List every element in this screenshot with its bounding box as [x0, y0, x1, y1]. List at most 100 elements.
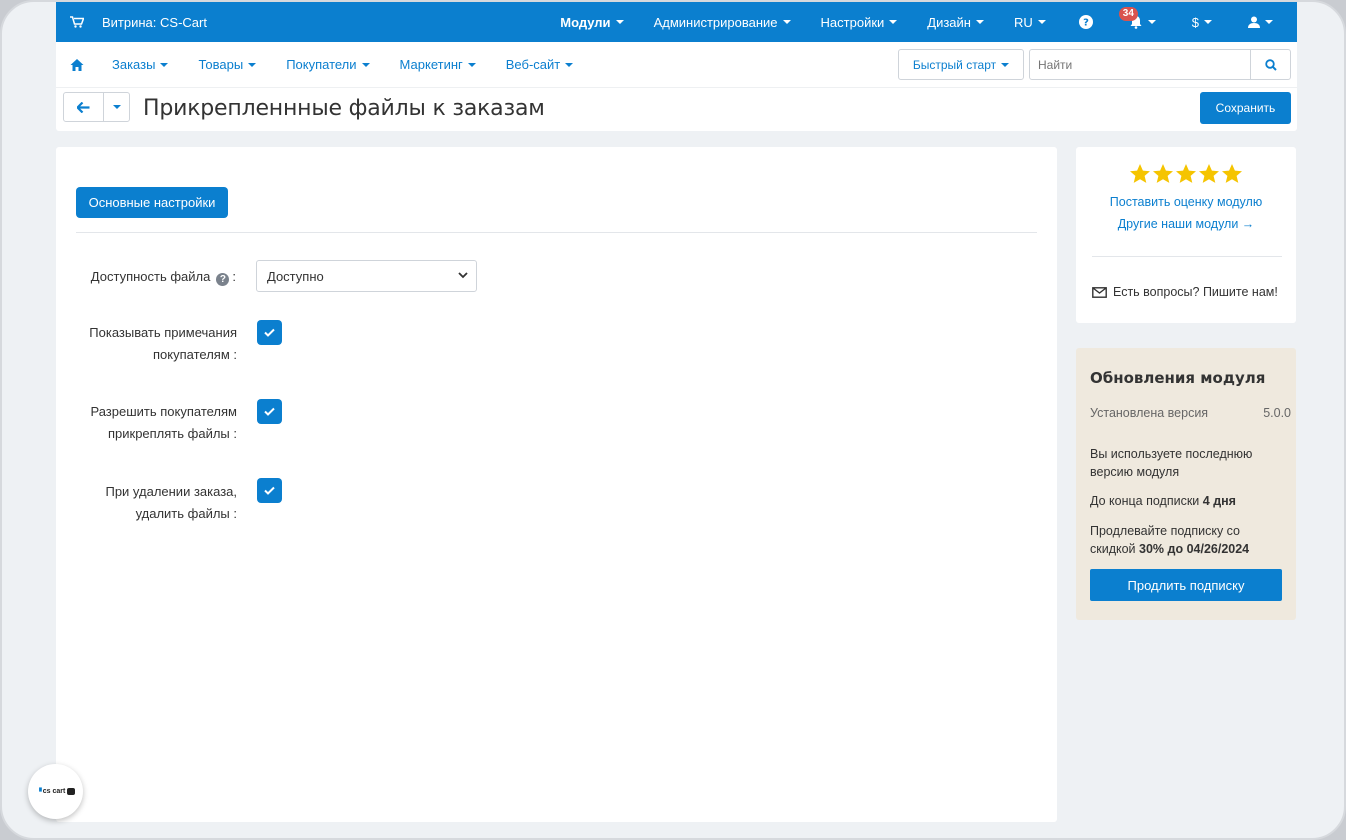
quick-start-button[interactable]: Быстрый старт [898, 49, 1024, 80]
nav-customers-label: Покупатели [286, 57, 357, 72]
rating-widget: Поставить оценку модулю Другие наши моду… [1076, 147, 1296, 323]
chevron-down-icon [361, 62, 370, 67]
home-icon[interactable] [70, 58, 84, 72]
rate-module-link[interactable]: Поставить оценку модулю [1076, 195, 1296, 209]
chevron-down-icon [1204, 20, 1212, 24]
chevron-down-icon [565, 62, 574, 67]
admin-app: Витрина: CS-Cart Модули Администрировани… [56, 2, 1297, 131]
topnav-settings[interactable]: Настройки [806, 2, 913, 42]
installed-version-row: Установлена версия 5.0.0 [1090, 406, 1291, 420]
cart-icon [70, 16, 84, 28]
file-availability-select[interactable]: Доступно [256, 260, 477, 292]
module-updates-widget: Обновления модуля Установлена версия 5.0… [1076, 348, 1296, 620]
latest-version-text: Вы используете последнюю версию модуля [1090, 447, 1253, 479]
title-bar: Прикрепленнные файлы к заказам Сохранить [56, 88, 1297, 131]
save-button[interactable]: Сохранить [1200, 92, 1291, 124]
currency-selector[interactable]: $ [1174, 2, 1230, 42]
star-icons [1130, 164, 1242, 183]
topnav-language-label: RU [1013, 14, 1033, 30]
topnav-language[interactable]: RU [999, 2, 1061, 42]
delete-files-checkbox[interactable] [257, 478, 282, 503]
topnav-design-label: Дизайн [927, 14, 971, 30]
svg-text:?: ? [1083, 18, 1089, 29]
chevron-down-icon [1147, 20, 1156, 24]
search-box [1029, 49, 1291, 80]
rating-divider [1092, 256, 1282, 257]
question-circle-icon: ? [1078, 15, 1093, 29]
file-availability-value: Доступно [267, 268, 324, 284]
arrow-left-icon [77, 101, 90, 113]
question-circle-icon[interactable]: ? [216, 273, 230, 286]
notifications-button[interactable]: 34 [1111, 2, 1174, 42]
storefront-link[interactable]: Витрина: CS-Cart [56, 15, 207, 30]
file-availability-label: Доступность файла?: [90, 269, 236, 286]
user-icon [1248, 16, 1260, 28]
top-nav: Модули Администрирование Настройки Дизай… [545, 2, 1297, 42]
subscription-end-text: До конца подписки 4 дня [1090, 492, 1280, 510]
nav-website[interactable]: Веб-сайт [505, 57, 574, 72]
storefront-label: Витрина: CS-Cart [102, 14, 207, 30]
promo-text: Продлевайте подписку со скидкой 30% до 0… [1090, 522, 1280, 558]
subscription-end-label: До конца подписки [1090, 494, 1200, 508]
nav-customers[interactable]: Покупатели [286, 57, 370, 72]
nav-website-label: Веб-сайт [505, 57, 561, 72]
quick-start-label: Быстрый старт [912, 57, 997, 72]
nav-orders[interactable]: Заказы [112, 57, 169, 72]
subscription-end-value: 4 дня [1202, 494, 1236, 508]
check-icon [264, 328, 275, 337]
tab-general-settings[interactable]: Основные настройки [76, 187, 228, 218]
user-menu[interactable] [1230, 2, 1297, 42]
help-button[interactable]: ? [1061, 2, 1111, 42]
topnav-administration-label: Администрирование [653, 14, 778, 30]
topnav-administration[interactable]: Администрирование [639, 2, 806, 42]
installed-version-value: 5.0.0 [1263, 406, 1291, 420]
cs-cart-logo[interactable]: ▝ cs cart [28, 764, 83, 819]
allow-attach-label: Разрешить покупателям прикреплять файлы … [90, 404, 237, 441]
contact-link[interactable]: Есть вопросы? Пишите нам! [1092, 285, 1292, 299]
installed-version-label: Установлена версия [1090, 406, 1209, 420]
secondary-nav: Заказы Товары Покупатели Маркетинг Веб-с… [56, 42, 1297, 88]
contact-text: Есть вопросы? Пишите нам! [1113, 285, 1278, 299]
chevron-down-icon [467, 62, 476, 67]
chevron-down-icon [248, 62, 257, 67]
search-input[interactable] [1030, 50, 1250, 79]
chevron-down-icon [889, 20, 898, 24]
file-availability-text: Доступность файла [90, 269, 211, 284]
other-modules-link[interactable]: Другие наши модули → [1076, 217, 1296, 231]
tab-divider [76, 232, 1037, 233]
chevron-down-icon [1037, 20, 1046, 24]
show-notes-label: Показывать примечания покупателям : [89, 325, 237, 362]
currency-label: $ [1191, 14, 1199, 30]
delete-files-label: При удалении заказа, удалить файлы : [105, 484, 237, 521]
back-dropdown-button[interactable] [104, 93, 129, 121]
chevron-down-icon [112, 105, 121, 109]
topnav-design[interactable]: Дизайн [912, 2, 999, 42]
nav-products[interactable]: Товары [198, 57, 257, 72]
show-notes-checkbox[interactable] [257, 320, 282, 345]
search-button[interactable] [1250, 50, 1290, 79]
nav-marketing[interactable]: Маркетинг [400, 57, 476, 72]
nav-orders-label: Заказы [112, 57, 156, 72]
settings-panel: Основные настройки Доступность файла?: Д… [56, 147, 1057, 822]
chevron-down-icon [1001, 62, 1010, 67]
nav-products-label: Товары [198, 57, 244, 72]
back-button-group [63, 92, 130, 122]
notifications-badge: 34 [1118, 7, 1138, 21]
rating-stars[interactable] [1129, 163, 1242, 185]
cart-logo-icon: ▝ [36, 788, 42, 796]
check-icon [264, 486, 275, 495]
topnav-modules[interactable]: Модули [545, 2, 638, 42]
renew-subscription-button[interactable]: Продлить подписку [1090, 569, 1282, 601]
chevron-down-icon [160, 62, 169, 67]
allow-attach-checkbox[interactable] [257, 399, 282, 424]
promo-value: 30% до 04/26/2024 [1139, 542, 1250, 556]
logo-pill [67, 788, 75, 795]
page-title: Прикрепленнные файлы к заказам [143, 96, 545, 121]
updates-title: Обновления модуля [1090, 369, 1266, 387]
check-icon [264, 407, 275, 416]
window-frame: Витрина: CS-Cart Модули Администрировани… [0, 0, 1346, 840]
chevron-down-icon [458, 272, 468, 279]
chevron-down-icon [975, 20, 984, 24]
chevron-down-icon [615, 20, 624, 24]
back-button[interactable] [64, 93, 104, 121]
